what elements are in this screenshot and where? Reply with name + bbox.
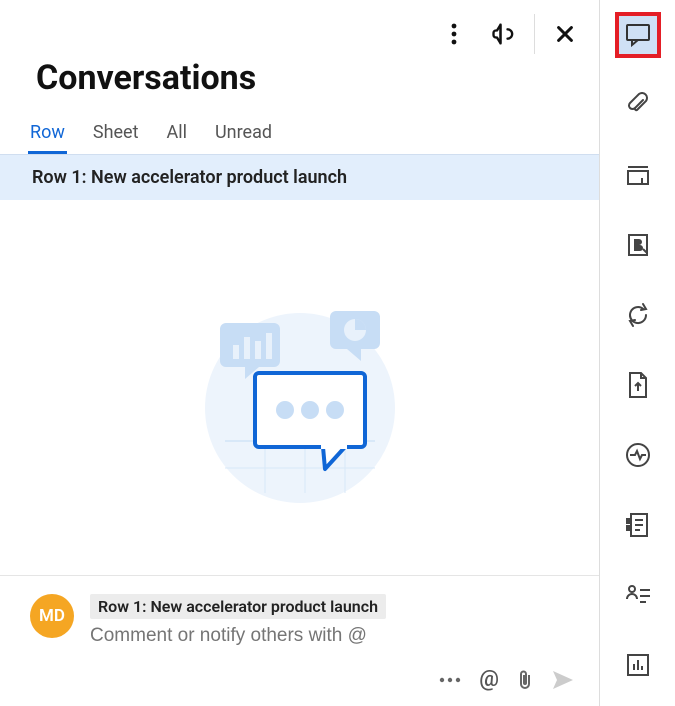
proofs-icon xyxy=(625,163,651,187)
sidebar-resource-button[interactable] xyxy=(615,572,661,618)
composer-row-chip[interactable]: Row 1: New accelerator product launch xyxy=(90,594,386,619)
conversation-tabs: Row Sheet All Unread xyxy=(0,116,599,154)
upload-file-icon xyxy=(626,371,650,399)
conversations-panel: Conversations Row Sheet All Unread Row 1… xyxy=(0,0,600,706)
attach-file-button[interactable] xyxy=(517,669,533,691)
mention-button[interactable]: @ xyxy=(479,667,499,692)
attachments-icon xyxy=(625,92,651,118)
resource-icon xyxy=(625,584,651,606)
tab-sheet[interactable]: Sheet xyxy=(93,116,139,153)
user-avatar: MD xyxy=(30,594,74,638)
empty-state xyxy=(0,200,599,575)
kebab-icon xyxy=(451,23,457,45)
tab-row[interactable]: Row xyxy=(30,116,65,153)
close-button[interactable] xyxy=(545,14,585,54)
comment-input[interactable] xyxy=(90,625,575,647)
sidebar-comments-button[interactable] xyxy=(615,12,661,58)
right-sidebar xyxy=(600,0,675,706)
sidebar-proofs-button[interactable] xyxy=(615,152,661,198)
composer-more-button[interactable] xyxy=(439,676,461,684)
sidebar-refresh-button[interactable] xyxy=(615,292,661,338)
sidebar-brandfolder-button[interactable] xyxy=(615,222,661,268)
tab-unread[interactable]: Unread xyxy=(215,116,272,153)
composer-toolbar: @ xyxy=(30,647,575,692)
more-options-button[interactable] xyxy=(434,14,474,54)
selected-row-banner[interactable]: Row 1: New accelerator product launch xyxy=(0,154,599,200)
refresh-icon xyxy=(625,302,651,328)
brandfolder-icon xyxy=(625,232,651,258)
sidebar-attachments-button[interactable] xyxy=(615,82,661,128)
announcements-button[interactable] xyxy=(484,14,524,54)
send-icon xyxy=(551,669,575,691)
sidebar-upload-button[interactable] xyxy=(615,362,661,408)
sidebar-activity-button[interactable] xyxy=(615,432,661,478)
page-title: Conversations xyxy=(0,54,599,116)
sidebar-summary-button[interactable] xyxy=(615,502,661,548)
comment-composer: MD Row 1: New accelerator product launch… xyxy=(0,575,599,706)
header-actions xyxy=(0,0,599,54)
summary-icon xyxy=(625,511,651,539)
close-icon xyxy=(554,23,576,45)
sidebar-chart-button[interactable] xyxy=(615,642,661,688)
empty-conversation-illustration xyxy=(175,273,425,523)
send-button[interactable] xyxy=(551,669,575,691)
activity-icon xyxy=(625,442,651,468)
divider xyxy=(534,14,535,54)
megaphone-icon xyxy=(490,20,518,48)
tab-all[interactable]: All xyxy=(166,116,187,153)
paperclip-icon xyxy=(517,669,533,691)
chart-icon xyxy=(625,652,651,678)
comment-icon xyxy=(625,23,651,47)
ellipsis-icon xyxy=(439,676,461,684)
